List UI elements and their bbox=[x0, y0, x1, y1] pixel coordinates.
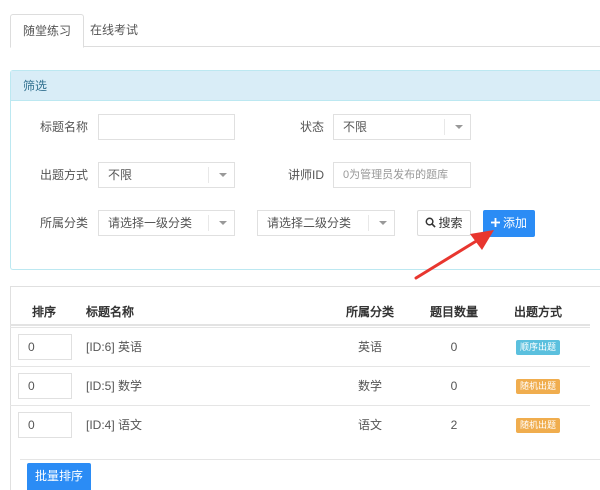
tab-practice[interactable]: 随堂练习 bbox=[10, 14, 85, 48]
mode-select[interactable]: 不限 bbox=[98, 162, 235, 188]
title-label: 标题名称 bbox=[39, 120, 88, 134]
tab-online-exam[interactable]: 在线考试 bbox=[78, 14, 150, 47]
chevron-down-icon bbox=[368, 215, 394, 231]
row-name: [ID:4] 语文 bbox=[86, 418, 143, 432]
sort-input[interactable]: 0 bbox=[18, 412, 72, 438]
category-level2-select[interactable]: 请选择二级分类 bbox=[257, 210, 395, 236]
row-category: 英语 bbox=[357, 340, 382, 354]
tab-bar: 随堂练习 在线考试 bbox=[10, 14, 600, 48]
row-category: 数学 bbox=[357, 379, 382, 393]
mode-label: 出题方式 bbox=[39, 168, 88, 182]
table-row: 0 [ID:5] 数学 数学 0 随机出题 bbox=[10, 366, 590, 406]
row-count: 0 bbox=[450, 379, 458, 393]
category-label: 所属分类 bbox=[39, 216, 88, 230]
chevron-down-icon bbox=[208, 167, 234, 183]
title-input[interactable] bbox=[98, 114, 235, 140]
header-mode: 出题方式 bbox=[513, 305, 562, 319]
mode-badge: 顺序出题 bbox=[515, 340, 560, 356]
mode-badge: 随机出题 bbox=[515, 418, 560, 434]
chevron-down-icon bbox=[208, 215, 234, 231]
header-category: 所属分类 bbox=[345, 305, 394, 319]
lecturer-label: 讲师ID bbox=[287, 168, 324, 182]
category-level1-select[interactable]: 请选择一级分类 bbox=[98, 210, 235, 236]
table-divider bbox=[20, 459, 600, 460]
row-mode: 顺序出题 bbox=[508, 328, 568, 366]
mode-select-value: 不限 bbox=[108, 168, 133, 182]
sort-input[interactable]: 0 bbox=[18, 373, 72, 399]
batch-sort-button[interactable]: 批量排序 bbox=[27, 463, 91, 490]
category-level2-value: 请选择二级分类 bbox=[267, 216, 352, 230]
header-sort: 排序 bbox=[32, 305, 57, 319]
status-select[interactable]: 不限 bbox=[333, 114, 471, 140]
table-header: 排序 标题名称 所属分类 题目数量 出题方式 bbox=[10, 298, 590, 326]
row-mode: 随机出题 bbox=[508, 367, 568, 405]
row-count: 0 bbox=[450, 340, 458, 354]
add-button-label: 添加 bbox=[502, 216, 527, 230]
header-name: 标题名称 bbox=[86, 305, 135, 319]
annotation-arrow-icon bbox=[414, 230, 494, 280]
row-name: [ID:5] 数学 bbox=[86, 379, 143, 393]
header-count: 题目数量 bbox=[429, 305, 478, 319]
row-category: 语文 bbox=[357, 418, 382, 432]
table-row: 0 [ID:6] 英语 英语 0 顺序出题 bbox=[10, 327, 590, 367]
row-name: [ID:6] 英语 bbox=[86, 340, 143, 354]
filter-panel-title: 筛选 bbox=[11, 71, 600, 101]
row-mode: 随机出题 bbox=[508, 406, 568, 444]
status-label: 状态 bbox=[299, 120, 324, 134]
chevron-down-icon bbox=[444, 119, 470, 135]
row-count: 2 bbox=[450, 418, 458, 432]
category-level1-value: 请选择一级分类 bbox=[108, 216, 193, 230]
mode-badge: 随机出题 bbox=[515, 379, 560, 395]
table-row: 0 [ID:4] 语文 语文 2 随机出题 bbox=[10, 405, 590, 445]
lecturer-id-input[interactable] bbox=[333, 162, 471, 188]
sort-input[interactable]: 0 bbox=[18, 334, 72, 360]
status-select-value: 不限 bbox=[343, 120, 368, 134]
